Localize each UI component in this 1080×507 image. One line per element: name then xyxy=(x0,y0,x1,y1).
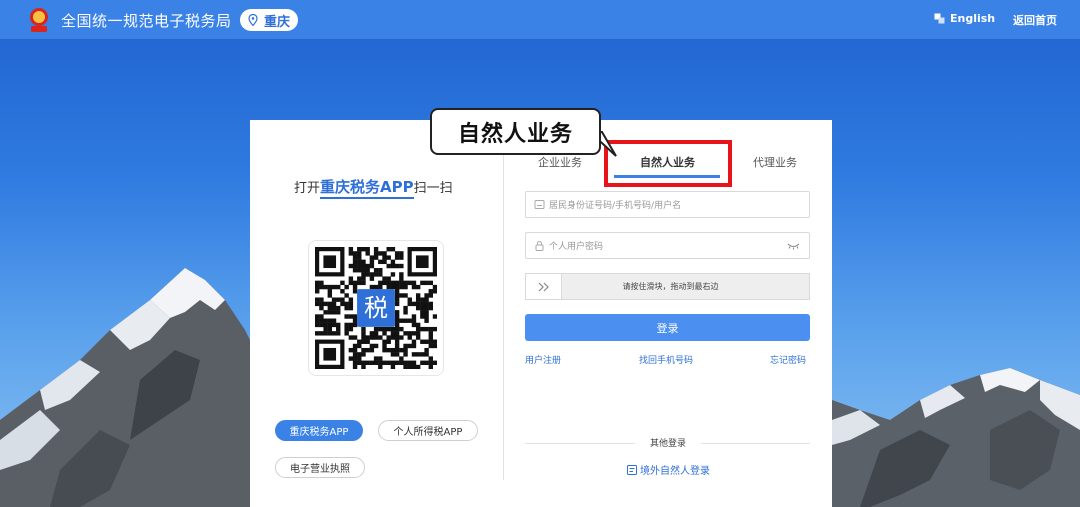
register-link[interactable]: 用户注册 xyxy=(525,353,561,366)
login-card: 打开重庆税务APP扫一扫 税 重庆税务APP 个人所得税APP 电子营业执照 企… xyxy=(250,120,832,507)
id-badge-icon xyxy=(627,464,637,475)
slider-handle[interactable] xyxy=(526,274,562,299)
other-login-title: 其他登录 xyxy=(635,436,701,449)
app-button-iit[interactable]: 个人所得税APP xyxy=(378,420,478,441)
city-selector[interactable]: 重庆 xyxy=(240,9,298,31)
app-button-chongqing-tax[interactable]: 重庆税务APP xyxy=(275,420,363,441)
id-card-icon xyxy=(534,200,545,209)
slider-captcha: 请按住滑块，拖动到最右边 xyxy=(525,273,810,300)
username-placeholder: 居民身份证号码/手机号码/用户名 xyxy=(549,201,682,211)
language-icon xyxy=(934,13,945,24)
scan-instruction: 打开重庆税务APP扫一扫 xyxy=(294,176,453,199)
lock-icon xyxy=(535,241,544,251)
back-home-link[interactable]: 返回首页 xyxy=(1013,12,1057,28)
scan-app-name: 重庆税务APP xyxy=(320,178,414,199)
find-phone-link[interactable]: 找回手机号码 xyxy=(639,353,693,366)
qr-center-char: 税 xyxy=(364,294,388,322)
overseas-login-label: 境外自然人登录 xyxy=(640,466,710,477)
password-placeholder: 个人用户密码 xyxy=(549,242,604,252)
login-button[interactable]: 登录 xyxy=(525,314,810,341)
language-label: English xyxy=(950,12,996,25)
city-label: 重庆 xyxy=(264,14,291,30)
qr-code: 税 xyxy=(308,240,444,376)
language-switch[interactable]: English xyxy=(934,12,995,25)
site-title: 全国统一规范电子税务局 xyxy=(61,12,232,30)
tab-company[interactable]: 企业业务 xyxy=(538,154,582,170)
app-button-business-license[interactable]: 电子营业执照 xyxy=(275,457,365,478)
qr-code-image: 税 xyxy=(315,247,437,369)
scan-suffix: 扫一扫 xyxy=(413,181,453,196)
tax-emblem-icon xyxy=(30,8,48,32)
callout-label: 自然人业务 xyxy=(430,108,601,155)
panel-divider xyxy=(503,150,504,480)
top-header: 全国统一规范电子税务局 重庆 English 返回首页 xyxy=(0,0,1080,39)
password-input[interactable]: 个人用户密码 xyxy=(525,232,810,259)
username-input[interactable]: 居民身份证号码/手机号码/用户名 xyxy=(525,191,810,218)
scan-prefix: 打开 xyxy=(294,181,321,196)
location-pin-icon xyxy=(248,14,258,26)
double-chevron-right-icon xyxy=(538,282,549,291)
tab-highlight-box xyxy=(604,140,732,187)
slider-hint: 请按住滑块，拖动到最右边 xyxy=(622,282,719,291)
overseas-login-link[interactable]: 境外自然人登录 xyxy=(627,462,710,477)
eye-closed-icon[interactable] xyxy=(787,242,800,250)
forgot-password-link[interactable]: 忘记密码 xyxy=(770,353,806,366)
tab-agent[interactable]: 代理业务 xyxy=(753,154,797,170)
